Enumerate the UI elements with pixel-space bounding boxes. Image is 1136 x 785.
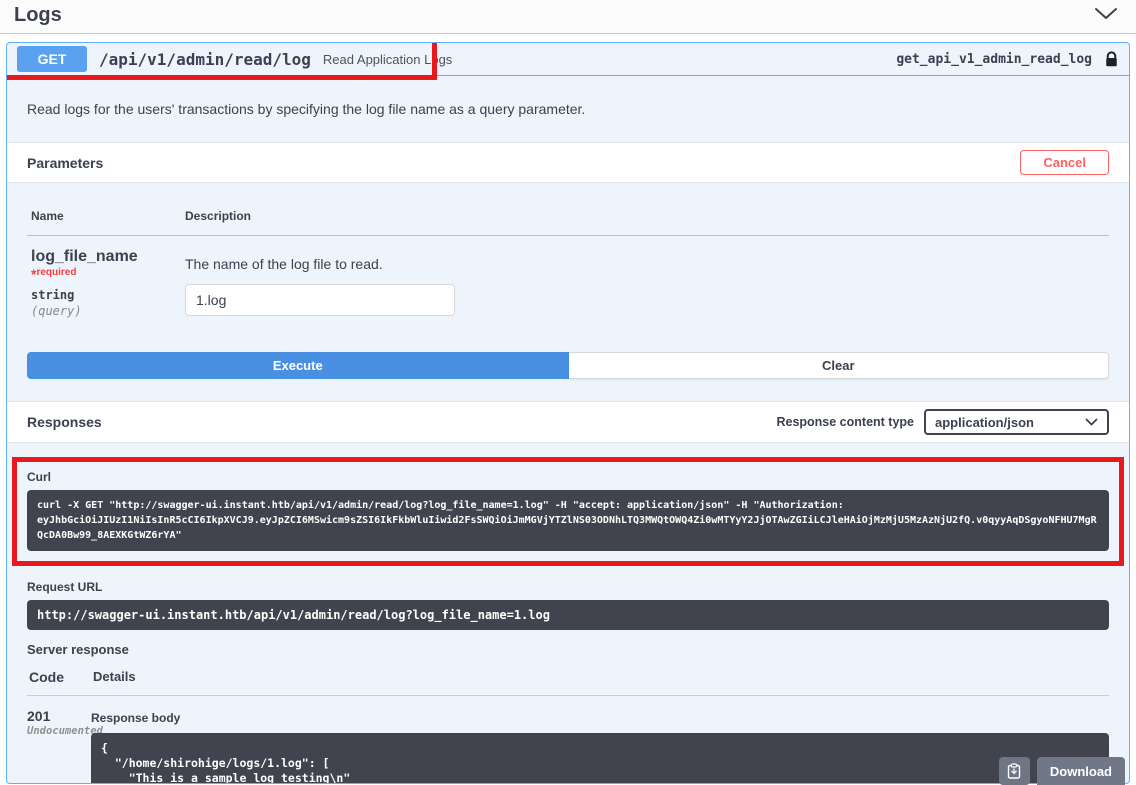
column-header-code: Code <box>29 669 64 685</box>
opblock-get: GET /api/v1/admin/read/log Read Applicat… <box>6 42 1130 784</box>
page-title: Logs <box>14 4 62 26</box>
parameter-location: (query) <box>31 304 82 318</box>
operation-id: get_api_v1_admin_read_log <box>896 51 1092 67</box>
copy-to-clipboard-button[interactable] <box>998 757 1030 785</box>
responses-title: Responses <box>27 414 102 430</box>
response-content-type-select[interactable]: application/json <box>924 409 1109 435</box>
response-controls: Download <box>998 757 1125 785</box>
server-response-label: Server response <box>27 642 129 657</box>
chevron-down-icon[interactable] <box>1094 7 1118 25</box>
parameters-table: Name Description log_file_name *required… <box>7 183 1129 326</box>
tag-header: Logs <box>0 0 1136 34</box>
response-content-type-value: application/json <box>935 414 1034 430</box>
red-annotation-box-curl: Curl curl -X GET "http://swagger-ui.inst… <box>12 457 1124 566</box>
column-header-description: Description <box>185 209 252 223</box>
response-body-label: Response body <box>91 711 181 725</box>
execute-wrapper: Execute Clear <box>7 326 1129 401</box>
server-response-table-head: Code Details <box>27 667 1109 696</box>
clear-button[interactable]: Clear <box>568 352 1109 379</box>
server-response-row: 201 Undocumented Response body { "/home/… <box>27 696 1109 783</box>
parameter-type: string <box>31 288 75 302</box>
response-code: 201 <box>27 708 51 724</box>
execute-button[interactable]: Execute <box>27 352 569 379</box>
column-header-name: Name <box>31 209 64 223</box>
log-file-name-input[interactable] <box>185 284 455 316</box>
parameter-description: The name of the log file to read. <box>185 256 383 272</box>
response-body-block: { "/home/shirohige/logs/1.log": [ "This … <box>91 733 1109 783</box>
parameters-table-head: Name Description <box>27 203 1109 236</box>
select-chevron-icon <box>1085 418 1098 426</box>
response-content-type-label: Response content type <box>776 415 914 429</box>
parameters-section-header: Parameters Cancel <box>7 142 1129 183</box>
auth-lock-icon[interactable] <box>1104 50 1119 68</box>
required-label: required <box>36 267 77 278</box>
responses-area: Curl curl -X GET "http://swagger-ui.inst… <box>7 443 1129 783</box>
endpoint-description: Read logs for the users' transactions by… <box>27 101 586 117</box>
parameter-name: log_file_name <box>31 248 138 265</box>
curl-label: Curl <box>27 470 51 484</box>
request-url-label: Request URL <box>27 580 103 594</box>
http-method-badge: GET <box>17 46 87 72</box>
download-button[interactable]: Download <box>1036 757 1125 785</box>
endpoint-path: /api/v1/admin/read/log <box>99 49 311 69</box>
endpoint-summary-text: Read Application Logs <box>322 51 453 67</box>
parameter-row: log_file_name *required string (query) T… <box>27 236 1109 318</box>
request-url-block: http://swagger-ui.instant.htb/api/v1/adm… <box>27 600 1109 630</box>
cancel-button[interactable]: Cancel <box>1020 150 1109 175</box>
curl-command-block[interactable]: curl -X GET "http://swagger-ui.instant.h… <box>27 490 1109 551</box>
column-header-details: Details <box>93 669 136 684</box>
responses-section-header: Responses Response content type applicat… <box>7 401 1129 443</box>
endpoint-summary-bar[interactable]: GET /api/v1/admin/read/log Read Applicat… <box>7 43 1129 80</box>
parameters-title: Parameters <box>27 154 104 171</box>
response-undocumented-label: Undocumented <box>27 725 103 737</box>
clipboard-icon <box>1008 763 1021 779</box>
